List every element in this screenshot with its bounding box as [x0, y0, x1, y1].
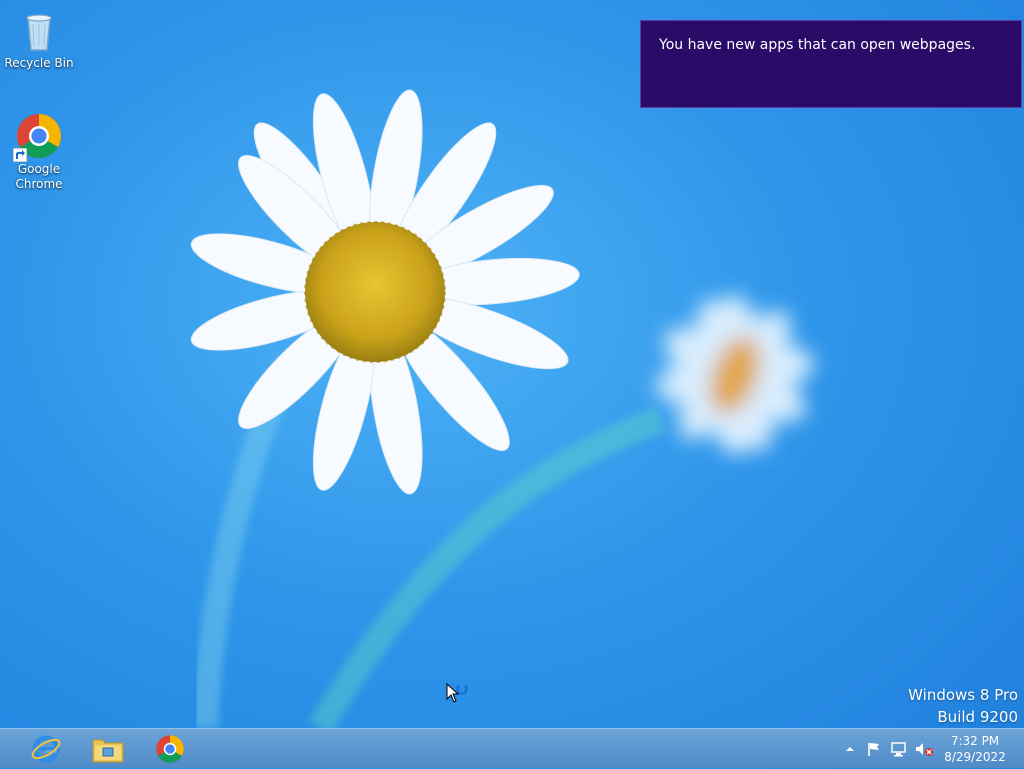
shortcut-arrow-icon — [13, 148, 27, 162]
show-hidden-icons-button[interactable] — [842, 729, 858, 769]
google-chrome-label: Google Chrome — [15, 162, 63, 191]
recycle-bin-icon — [15, 6, 63, 54]
notification-toast[interactable]: You have new apps that can open webpages… — [640, 20, 1022, 108]
clock-date: 8/29/2022 — [944, 750, 1006, 764]
busy-cursor-icon — [446, 683, 468, 703]
taskbar: 7:32 PM 8/29/2022 — [0, 728, 1024, 768]
flag-icon — [868, 743, 879, 756]
watermark-build: Build 9200 — [937, 708, 1018, 726]
recycle-bin-label: Recycle Bin — [4, 56, 74, 70]
clock-time: 7:32 PM — [950, 734, 1000, 748]
network-button[interactable] — [888, 729, 910, 769]
watermark-edition: Windows 8 Pro — [908, 686, 1018, 704]
file-explorer-icon — [92, 739, 124, 763]
taskbar-internet-explorer[interactable] — [15, 729, 77, 769]
action-center-button[interactable] — [864, 729, 884, 769]
desktop-wallpaper — [190, 89, 814, 728]
chevron-up-icon — [846, 747, 854, 751]
chrome-icon — [156, 735, 184, 763]
taskbar-file-explorer[interactable] — [77, 729, 139, 769]
taskbar-google-chrome[interactable] — [139, 729, 201, 769]
volume-button[interactable] — [913, 729, 935, 769]
system-clock[interactable]: 7:32 PM 8/29/2022 — [940, 733, 1010, 765]
windows-watermark: Windows 8 Pro Build 9200 — [908, 684, 1018, 728]
internet-explorer-icon — [31, 735, 61, 763]
notification-message: You have new apps that can open webpages… — [659, 37, 976, 53]
network-icon — [891, 742, 906, 757]
recycle-bin-shortcut[interactable]: Recycle Bin — [3, 6, 75, 71]
volume-muted-icon — [916, 743, 933, 756]
chrome-icon — [13, 112, 63, 162]
google-chrome-shortcut[interactable]: Google Chrome — [3, 112, 75, 192]
